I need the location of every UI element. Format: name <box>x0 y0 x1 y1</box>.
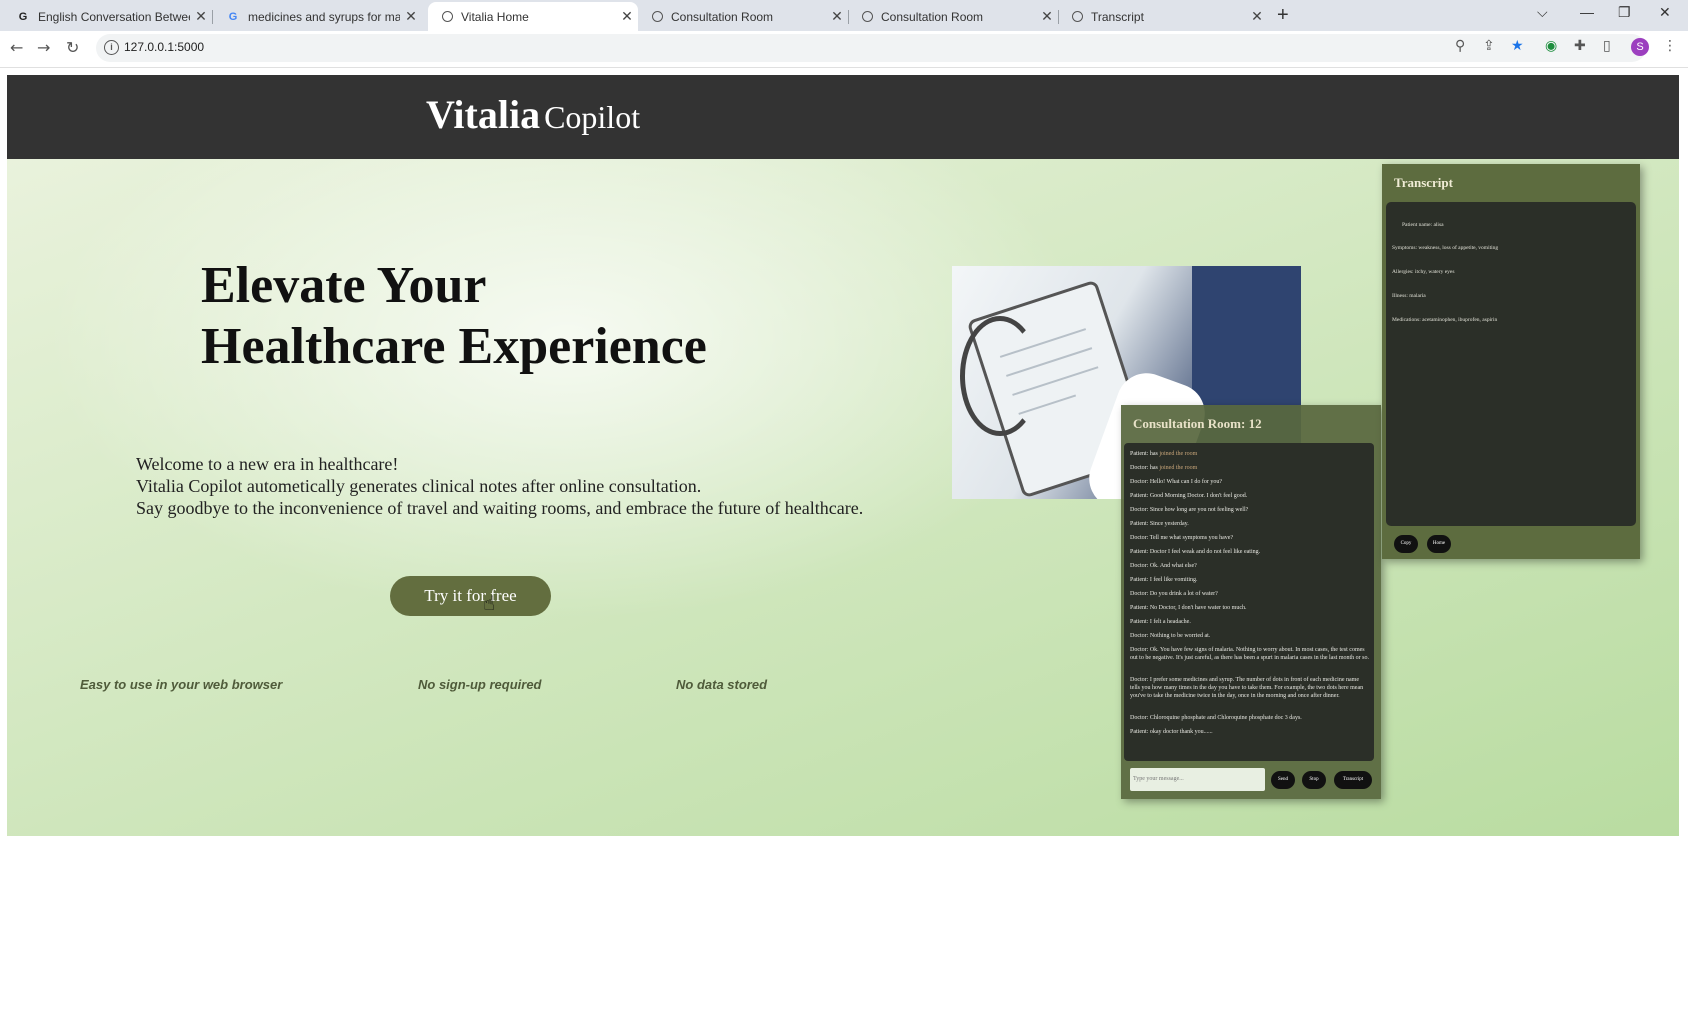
chat-message: Patient: I feel like vomiting. <box>1130 577 1198 583</box>
chat-message: Doctor: Do you drink a lot of water? <box>1130 591 1218 597</box>
restore-icon[interactable]: ❐ <box>1618 4 1631 21</box>
chat-message: Patient: No Doctor, I don't have water t… <box>1130 605 1247 611</box>
browser-tab-strip: G English Conversation Between Do ✕ G me… <box>0 0 1688 31</box>
copy-button[interactable]: Copy <box>1394 535 1418 553</box>
tab-consultation-room-2[interactable]: Consultation Room ✕ <box>848 2 1059 31</box>
tab-consultation-room-1[interactable]: Consultation Room ✕ <box>638 2 849 31</box>
address-bar[interactable]: i 127.0.0.1:5000 <box>96 34 1646 62</box>
hero-title-line: Healthcare Experience <box>201 318 707 375</box>
transcript-preview: Transcript Patient name: alisa Symptoms:… <box>1382 164 1640 559</box>
close-tab-icon[interactable]: ✕ <box>826 8 848 25</box>
close-tab-icon[interactable]: ✕ <box>616 8 638 25</box>
tab-title: Vitalia Home <box>461 9 529 24</box>
site-header: Vitalia Copilot <box>7 75 1679 159</box>
send-button[interactable]: Send <box>1271 771 1295 789</box>
tab-medicines-search[interactable]: G medicines and syrups for maleria ✕ <box>212 2 422 31</box>
consultation-room-preview: Consultation Room: 12 Patient: has joine… <box>1121 405 1381 799</box>
tab-title: Consultation Room <box>881 9 984 24</box>
chat-message: Doctor: Chloroquine phosphate and Chloro… <box>1130 715 1302 721</box>
photo-stethoscope <box>960 316 1040 436</box>
globe-icon <box>652 11 663 22</box>
google-icon: G <box>228 10 238 23</box>
forward-icon[interactable]: → <box>37 38 50 57</box>
chat-message: Patient: I felt a headache. <box>1130 619 1191 625</box>
transcript-line: Symptoms: weakness, loss of appetite, vo… <box>1392 245 1499 251</box>
transcript-line: Illness: malaria <box>1392 293 1426 299</box>
bookmark-star-icon[interactable]: ★ <box>1511 38 1524 54</box>
room-title: Consultation Room: 12 <box>1133 416 1262 431</box>
close-tab-icon[interactable]: ✕ <box>1036 8 1058 25</box>
chat-message: Patient: has joined the room <box>1130 451 1198 457</box>
hero-title: Elevate Your Healthcare Experience <box>201 255 707 377</box>
feature-browser: Easy to use in your web browser <box>80 677 283 692</box>
reload-icon[interactable]: ↻ <box>66 38 79 57</box>
site-info-icon[interactable]: i <box>104 40 119 55</box>
brand-name: Vitalia <box>426 92 541 137</box>
new-tab-button[interactable]: + <box>1277 4 1289 27</box>
home-button[interactable]: Home <box>1427 535 1451 553</box>
hero-text-line: Say goodbye to the inconvenience of trav… <box>136 498 864 518</box>
profile-avatar[interactable]: S <box>1631 38 1649 56</box>
zoom-icon[interactable]: ⚲ <box>1455 38 1465 54</box>
tab-title: English Conversation Between Do <box>38 9 190 24</box>
brand-logo[interactable]: Vitalia Copilot <box>426 91 640 138</box>
menu-kebab-icon[interactable]: ⋮ <box>1663 38 1677 54</box>
close-tab-icon[interactable]: ✕ <box>400 8 422 25</box>
chat-message: Patient: Doctor I feel weak and do not f… <box>1130 549 1261 555</box>
back-icon[interactable]: ← <box>10 38 23 57</box>
chat-message: Patient: okay doctor thank you...... <box>1130 729 1213 735</box>
feature-no-signup: No sign-up required <box>418 677 542 692</box>
transcript-button[interactable]: Transcript <box>1334 771 1372 789</box>
hero-text-line: Welcome to a new era in healthcare! <box>136 454 399 474</box>
globe-icon <box>1072 11 1083 22</box>
try-it-free-button[interactable]: Try it for free <box>390 576 551 616</box>
chat-message: Patient: Since yesterday. <box>1130 521 1189 527</box>
close-tab-icon[interactable]: ✕ <box>1246 8 1268 25</box>
brand-suffix: Copilot <box>544 99 641 135</box>
close-window-icon[interactable]: ✕ <box>1659 4 1671 21</box>
chat-message: Doctor: Hello! What can I do for you? <box>1130 479 1223 485</box>
hand-cursor-icon: ☝ <box>483 591 496 615</box>
transcript-title: Transcript <box>1394 175 1453 190</box>
share-icon[interactable]: ⇪ <box>1483 38 1495 54</box>
globe-icon <box>862 11 873 22</box>
minimize-icon[interactable]: — <box>1580 4 1594 20</box>
transcript-line: Medications: acetaminophen, ibuprofen, a… <box>1392 317 1498 323</box>
feature-no-data: No data stored <box>676 677 768 692</box>
chat-message: Doctor: Ok. You have few signs of malari… <box>1130 647 1370 661</box>
close-tab-icon[interactable]: ✕ <box>190 8 212 25</box>
hero-section: Elevate Your Healthcare Experience Welco… <box>7 159 1679 836</box>
extension-icon[interactable]: ◉ <box>1545 38 1557 54</box>
tab-english-conversation[interactable]: G English Conversation Between Do ✕ <box>2 2 213 31</box>
chat-message: Doctor: Nothing to be worried at. <box>1130 633 1211 639</box>
transcript-body: Patient name: alisa Symptoms: weakness, … <box>1386 202 1636 526</box>
hero-text-line: Vitalia Copilot autometically generates … <box>136 476 702 496</box>
chat-messages: Patient: has joined the room Doctor: has… <box>1124 443 1374 761</box>
chat-message: Doctor: I prefer some medicines and syru… <box>1130 677 1364 699</box>
chat-message: Patient: Good Morning Doctor. I don't fe… <box>1130 493 1248 499</box>
chat-message: Doctor: Tell me what symptoms you have? <box>1130 535 1234 541</box>
stop-button[interactable]: Stop <box>1302 771 1326 789</box>
hero-title-line: Elevate Your <box>201 257 487 314</box>
google-icon: G <box>18 10 28 23</box>
url-text[interactable]: 127.0.0.1:5000 <box>124 40 204 54</box>
side-panel-icon[interactable]: ▯ <box>1603 38 1611 54</box>
hero-description: Welcome to a new era in healthcare! Vita… <box>136 453 863 519</box>
chat-message: Doctor: Ok. And what else? <box>1130 563 1197 569</box>
puzzle-extensions-icon[interactable]: ✚ <box>1574 38 1586 54</box>
tab-title: medicines and syrups for maleria <box>248 9 400 24</box>
globe-icon <box>442 11 453 22</box>
message-input[interactable]: Type your message... <box>1130 768 1265 791</box>
tab-search-icon[interactable]: ⌵ <box>1537 4 1548 21</box>
transcript-line: Patient name: alisa <box>1402 222 1444 228</box>
chat-message: Doctor: Since how long are you not feeli… <box>1130 507 1249 513</box>
transcript-line: Allergies: itchy, watery eyes <box>1392 269 1455 275</box>
tab-transcript[interactable]: Transcript ✕ <box>1058 2 1268 31</box>
chat-message: Doctor: has joined the room <box>1130 465 1198 471</box>
tab-title: Transcript <box>1091 9 1144 24</box>
tab-title: Consultation Room <box>671 9 774 24</box>
tab-vitalia-home[interactable]: Vitalia Home ✕ <box>428 2 638 31</box>
browser-toolbar: ← → ↻ i 127.0.0.1:5000 ⚲ ⇪ ★ ◉ ✚ ▯ S ⋮ <box>0 31 1688 68</box>
